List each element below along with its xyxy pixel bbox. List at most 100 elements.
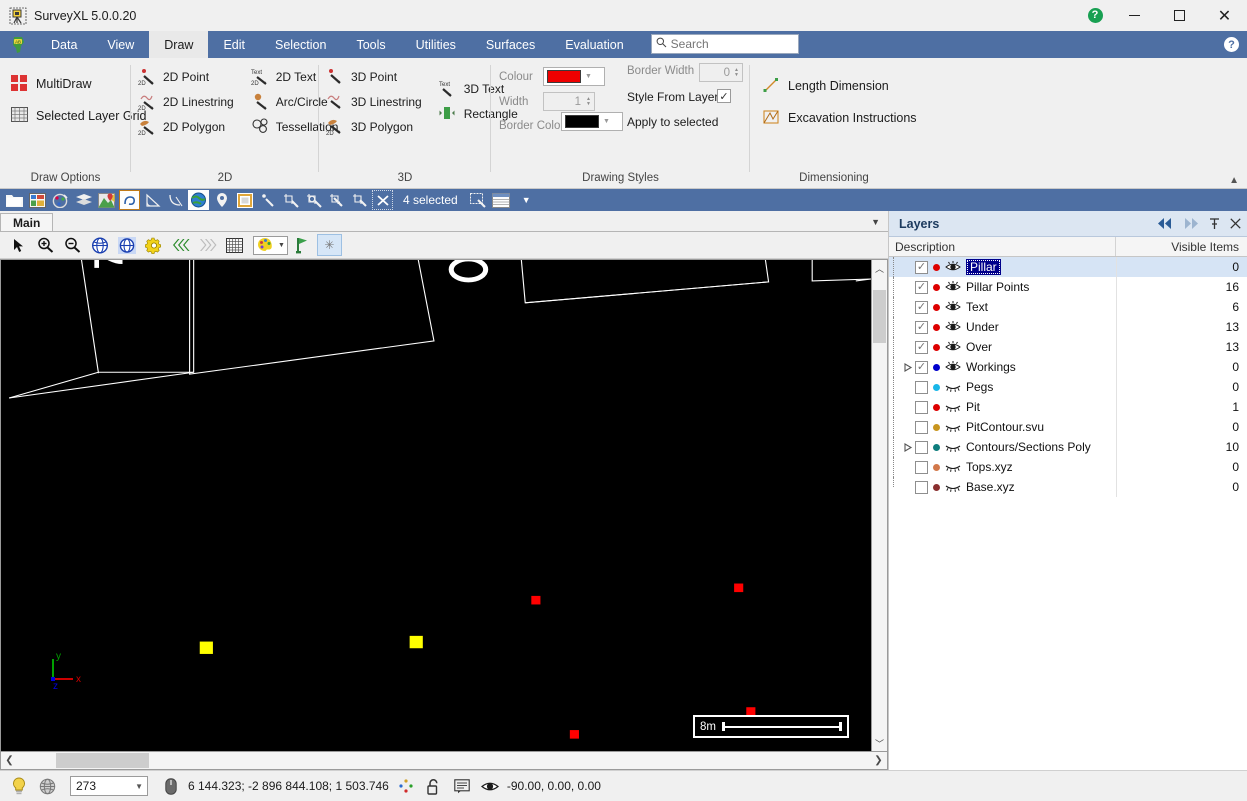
layer-visibility-checkbox[interactable]: ✓: [915, 340, 928, 354]
layer-row[interactable]: Pit 1: [889, 397, 1247, 417]
ribbon-help-icon[interactable]: ?: [1224, 37, 1239, 52]
width-field[interactable]: Width 1 ▲ ▼: [499, 89, 607, 114]
tab-utilities[interactable]: Utilities: [401, 31, 471, 58]
eye-closed-icon[interactable]: [945, 481, 961, 493]
open-folder-icon[interactable]: [4, 190, 25, 210]
layer-row[interactable]: ✓ Text 6: [889, 297, 1247, 317]
settings-gear-icon[interactable]: [141, 234, 166, 256]
scroll-left-button[interactable]: ❮: [1, 752, 18, 769]
layer-row[interactable]: Contours/Sections Poly 10: [889, 437, 1247, 457]
eye-closed-icon[interactable]: [945, 381, 961, 393]
clear-selection-icon[interactable]: [372, 190, 393, 210]
lightbulb-icon[interactable]: [8, 775, 30, 797]
3d-point-button[interactable]: 3D Point: [323, 64, 428, 89]
spreadsheet-icon[interactable]: [27, 190, 48, 210]
close-icon[interactable]: [1230, 218, 1241, 229]
eye-closed-icon[interactable]: [945, 401, 961, 413]
eye-open-icon[interactable]: [945, 281, 961, 293]
3d-polygon-button[interactable]: 2D 3D Polygon: [323, 114, 428, 139]
crop-select-icon[interactable]: [349, 190, 370, 210]
grid-icon[interactable]: [222, 234, 247, 256]
globe-view-icon[interactable]: [87, 234, 112, 256]
2d-linestring-button[interactable]: 2D 2D Linestring: [135, 89, 240, 114]
vscroll-thumb[interactable]: [873, 290, 886, 343]
tab-tools[interactable]: Tools: [341, 31, 400, 58]
eye-closed-icon[interactable]: [945, 461, 961, 473]
prev-all-icon[interactable]: [168, 234, 193, 256]
curve-icon[interactable]: [165, 190, 186, 210]
width-spinner[interactable]: 1 ▲ ▼: [543, 92, 595, 111]
eye-open-icon[interactable]: [945, 361, 961, 373]
scale-combo[interactable]: 273 ▼: [70, 776, 148, 796]
palette-icon[interactable]: [50, 190, 71, 210]
angle-measure-icon[interactable]: [142, 190, 163, 210]
tab-data[interactable]: Data: [36, 31, 92, 58]
eye-closed-icon[interactable]: [945, 421, 961, 433]
layer-visibility-checkbox[interactable]: ✓: [915, 360, 928, 374]
vscroll-track[interactable]: [872, 276, 887, 735]
layer-visibility-checkbox[interactable]: [915, 440, 928, 454]
map-marker-image-icon[interactable]: [96, 190, 117, 210]
border-colour-swatch-dropdown[interactable]: ▼: [561, 112, 623, 131]
note-icon[interactable]: [451, 775, 473, 797]
select-point-icon[interactable]: [257, 190, 278, 210]
eye-open-icon[interactable]: [945, 301, 961, 313]
layer-row[interactable]: ✓ Under 13: [889, 317, 1247, 337]
layer-row[interactable]: ✓ Over 13: [889, 337, 1247, 357]
boundary-icon[interactable]: [119, 190, 140, 210]
chevron-down-icon[interactable]: ▼: [135, 782, 143, 791]
layer-visibility-checkbox[interactable]: [915, 460, 928, 474]
search-box[interactable]: [650, 34, 799, 54]
layer-row[interactable]: ✓ Pillar 0: [889, 257, 1247, 277]
tab-evaluation[interactable]: Evaluation: [550, 31, 638, 58]
layer-visibility-checkbox[interactable]: [915, 420, 928, 434]
layer-visibility-checkbox[interactable]: ✓: [915, 260, 928, 274]
layers-list[interactable]: ✓ Pillar 0 ✓ Pillar Points 16 ✓ Text 6 ✓ Under…: [889, 257, 1247, 770]
hscroll-thumb[interactable]: [56, 753, 149, 768]
scroll-down-button[interactable]: ﹀: [872, 735, 887, 751]
eye-open-icon[interactable]: [945, 261, 961, 273]
collapse-left-icon[interactable]: [1157, 218, 1173, 229]
canvas-vertical-scrollbar[interactable]: ︿ ﹀: [871, 259, 888, 752]
tab-selection[interactable]: Selection: [260, 31, 341, 58]
globe-icon[interactable]: [188, 190, 209, 210]
2d-polygon-button[interactable]: 2D 2D Polygon: [135, 114, 240, 139]
pin-drop-icon[interactable]: [211, 190, 232, 210]
layer-row[interactable]: PitContour.svu 0: [889, 417, 1247, 437]
crop-search-icon[interactable]: [303, 190, 324, 210]
globe-select-icon[interactable]: [114, 234, 139, 256]
layer-visibility-checkbox[interactable]: ✓: [915, 300, 928, 314]
scroll-right-button[interactable]: ❯: [870, 752, 887, 769]
globe-icon[interactable]: [36, 775, 58, 797]
layer-visibility-checkbox[interactable]: [915, 480, 928, 494]
unlock-icon[interactable]: [423, 775, 445, 797]
image-placement-icon[interactable]: [234, 190, 255, 210]
eye-icon[interactable]: [479, 775, 501, 797]
flag-icon[interactable]: [290, 234, 315, 256]
column-visible-items[interactable]: Visible Items: [1116, 237, 1247, 256]
chevron-down-icon[interactable]: ▼: [514, 195, 539, 205]
border-width-spinner[interactable]: 0 ▲ ▼: [699, 63, 743, 82]
close-button[interactable]: ✕: [1202, 0, 1247, 31]
multidraw-button[interactable]: MultiDraw: [8, 68, 98, 100]
tab-draw[interactable]: Draw: [149, 31, 209, 58]
tab-surfaces[interactable]: Surfaces: [471, 31, 550, 58]
hscroll-track[interactable]: [18, 752, 870, 769]
apply-to-selected-button[interactable]: Apply to selected: [627, 115, 718, 129]
eye-open-icon[interactable]: [945, 321, 961, 333]
expand-right-icon[interactable]: [1183, 218, 1199, 229]
zoom-in-icon[interactable]: [33, 234, 58, 256]
colour-swatch-dropdown[interactable]: ▼: [543, 67, 605, 86]
style-from-layer-checkbox[interactable]: ✓: [717, 89, 731, 103]
colour-field[interactable]: Colour ▼: [499, 64, 607, 89]
search-input[interactable]: [670, 37, 794, 51]
africa-logo-icon[interactable]: AB: [0, 31, 36, 58]
canvas-container[interactable]: 7.0: [0, 259, 871, 752]
snap-points-icon[interactable]: [395, 775, 417, 797]
tab-view[interactable]: View: [92, 31, 149, 58]
layer-visibility-checkbox[interactable]: ✓: [915, 280, 928, 294]
excavation-instructions-button[interactable]: Excavation Instructions: [760, 102, 923, 134]
titlebar-help-button[interactable]: ?: [1078, 0, 1112, 31]
chevron-up-icon[interactable]: ▲: [1229, 175, 1239, 186]
layer-row[interactable]: Base.xyz 0: [889, 477, 1247, 497]
